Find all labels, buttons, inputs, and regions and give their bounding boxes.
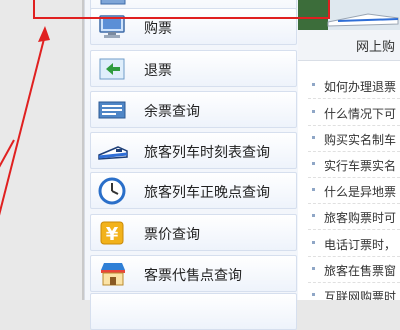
arrow-icon xyxy=(0,139,15,168)
arrow-icon xyxy=(0,26,50,216)
annotation-arrows xyxy=(0,26,50,216)
